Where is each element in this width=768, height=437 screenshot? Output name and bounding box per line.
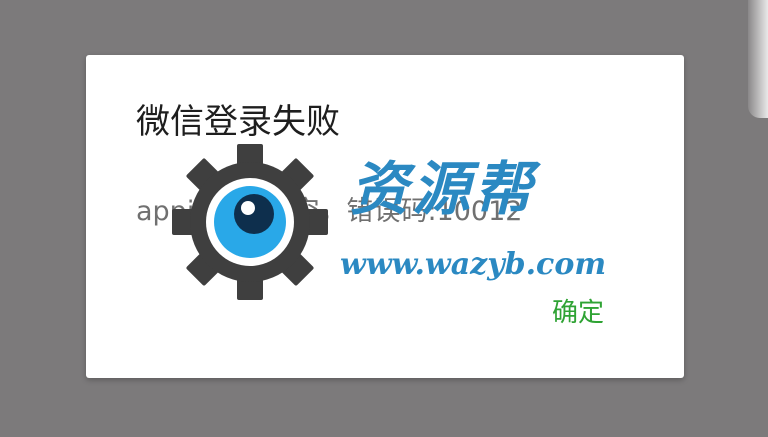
dialog-message: appid不能为空，错误码:10012 bbox=[136, 196, 523, 227]
alert-dialog: 微信登录失败 appid不能为空，错误码:10012 确定 bbox=[86, 55, 684, 378]
confirm-button[interactable]: 确定 bbox=[548, 298, 608, 328]
background-edge-panel bbox=[748, 0, 768, 118]
dialog-title: 微信登录失败 bbox=[136, 102, 340, 142]
